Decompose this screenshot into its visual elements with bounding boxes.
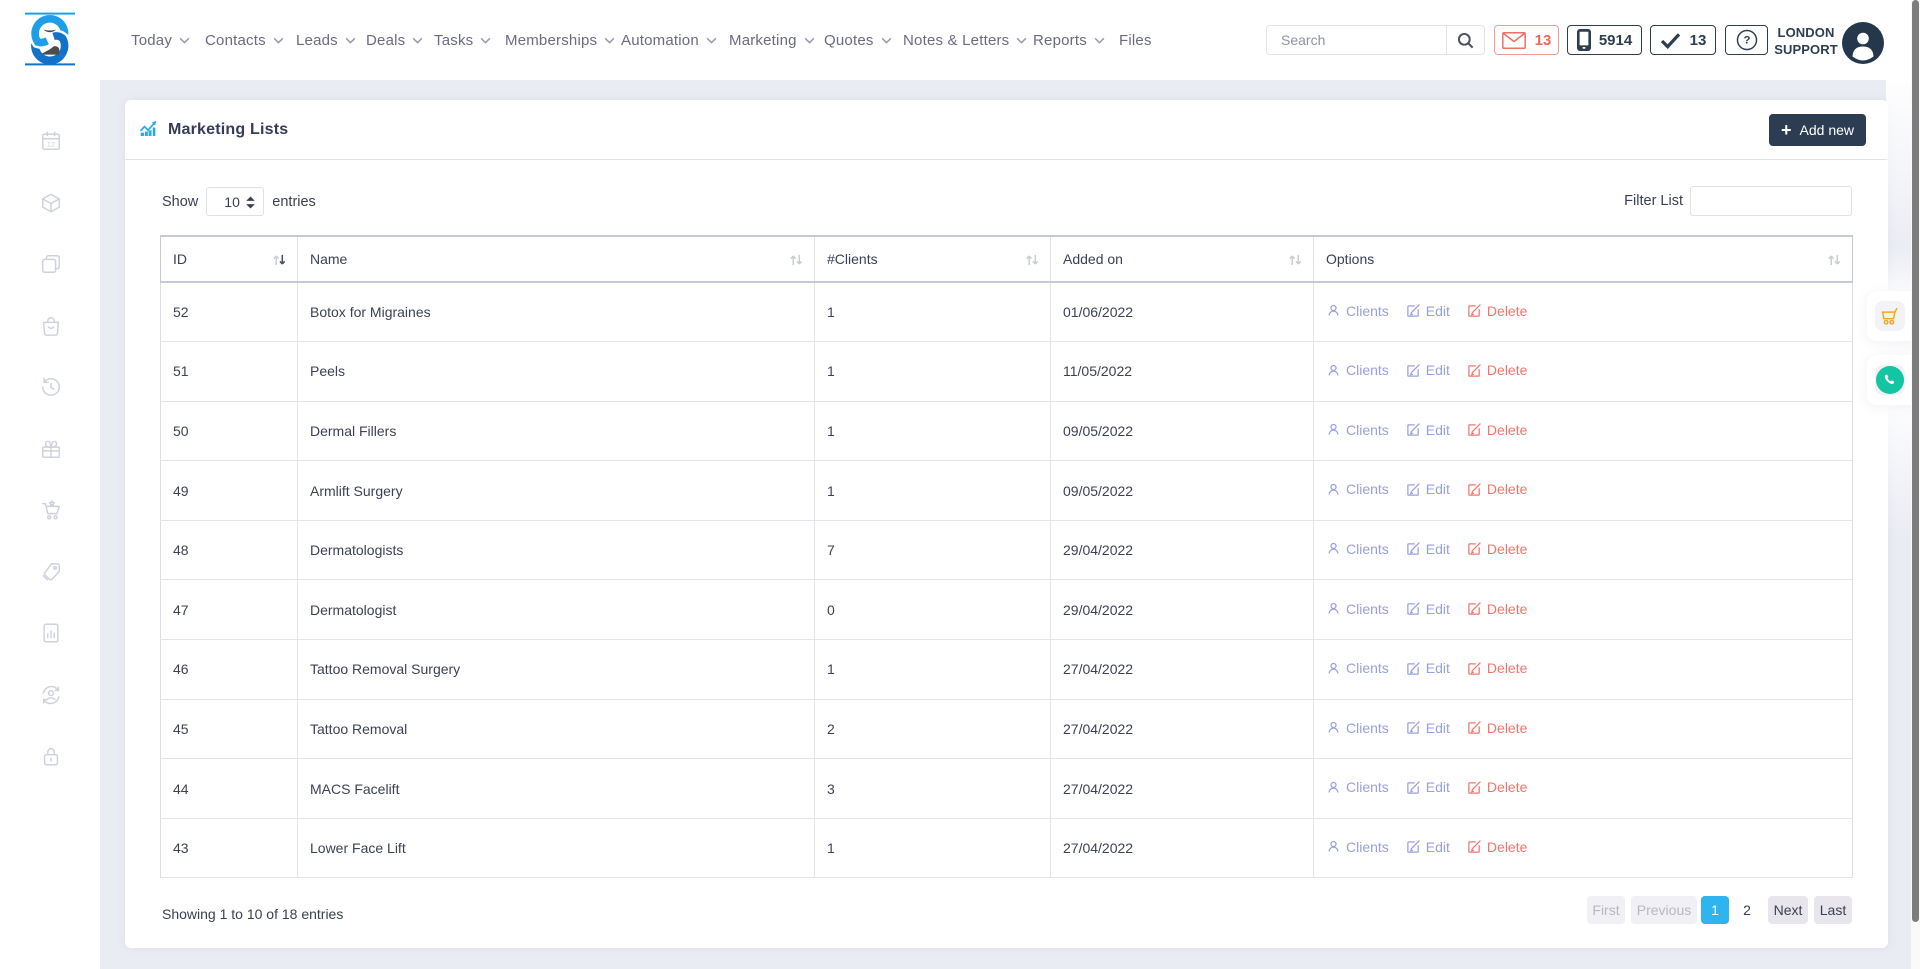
svg-text:?: ? [1743,35,1750,47]
svg-text:12: 12 [47,140,55,149]
